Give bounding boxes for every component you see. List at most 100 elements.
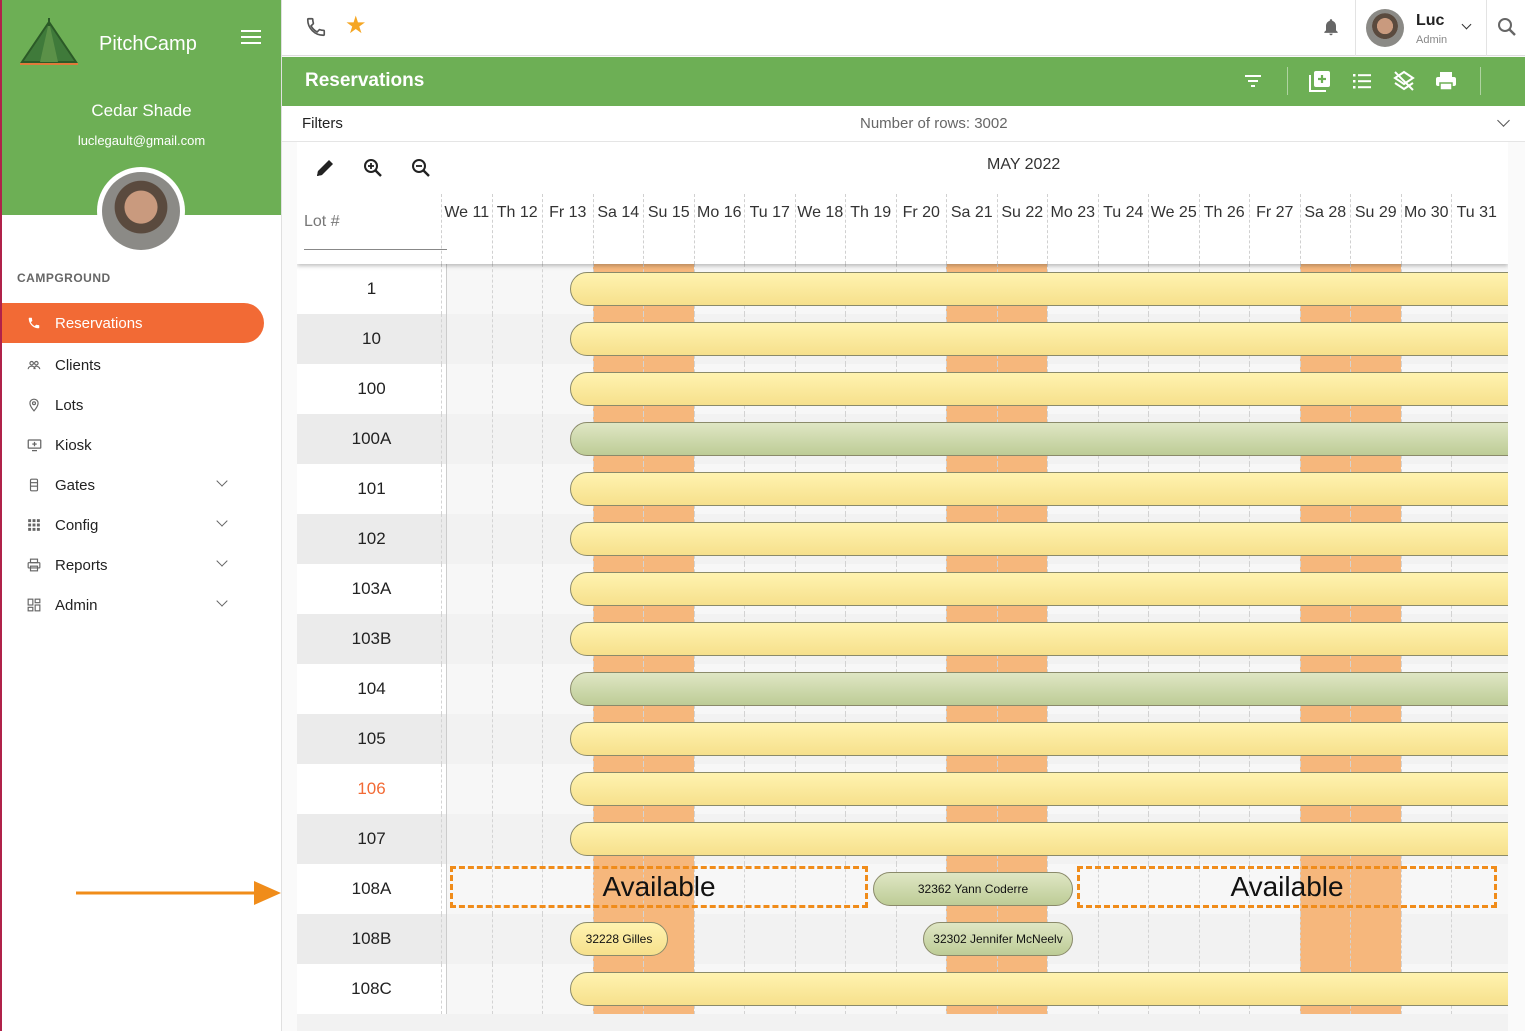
table-row[interactable]: 107 — [297, 814, 1508, 864]
sidebar-section-title: CAMPGROUND — [17, 271, 111, 285]
chevron-down-icon[interactable] — [1497, 114, 1510, 127]
reservation-bar[interactable] — [570, 722, 1508, 756]
day-gridline — [1350, 914, 1351, 964]
day-header: Mo 23 — [1047, 194, 1098, 264]
day-gridline — [542, 764, 543, 814]
user-menu[interactable]: Luc Admin — [1362, 6, 1480, 50]
sidebar-item-clients[interactable]: Clients — [2, 345, 264, 385]
reservation-bar[interactable]: 32228 Gilles — [570, 922, 668, 956]
day-gridline — [491, 764, 493, 814]
day-header: Sa 21 — [946, 194, 997, 264]
reservation-bar[interactable] — [570, 522, 1508, 556]
lot-label[interactable]: 107 — [297, 814, 447, 864]
avatar — [1366, 9, 1404, 47]
gate-icon — [26, 477, 42, 493]
table-row[interactable]: 108C — [297, 964, 1508, 1014]
reservation-bar[interactable] — [570, 272, 1508, 306]
table-row[interactable]: 108A Available 32362 Yann Coderre Available — [297, 864, 1508, 914]
bell-icon[interactable] — [1321, 16, 1341, 38]
reservation-bar[interactable] — [570, 822, 1508, 856]
sidebar-item-config[interactable]: Config — [2, 505, 264, 545]
day-header: Th 19 — [845, 194, 896, 264]
day-gridline — [441, 564, 442, 614]
lot-label[interactable]: 108A — [297, 864, 447, 914]
day-header: Fr 27 — [1249, 194, 1300, 264]
phone-icon[interactable] — [305, 16, 327, 38]
lot-label[interactable]: 108C — [297, 964, 447, 1014]
table-row[interactable]: 10 — [297, 314, 1508, 364]
table-row[interactable]: 104 — [297, 664, 1508, 714]
lot-label[interactable]: 106 — [297, 764, 447, 814]
lot-label[interactable]: 100A — [297, 414, 447, 464]
search-icon[interactable] — [1495, 15, 1519, 39]
table-row[interactable]: 1 — [297, 264, 1508, 314]
table-row[interactable]: 102 — [297, 514, 1508, 564]
lot-label[interactable]: 10 — [297, 314, 447, 364]
star-icon[interactable]: ★ — [345, 14, 367, 38]
day-gridline — [441, 314, 442, 364]
day-header: We 11 — [441, 194, 492, 264]
avatar[interactable] — [97, 167, 185, 255]
lot-label[interactable]: 100 — [297, 364, 447, 414]
reservation-bar[interactable]: 32302 Jennifer McNeelv — [923, 922, 1073, 956]
brand-name: PitchCamp — [99, 33, 197, 55]
day-header: Sa 28 — [1299, 194, 1351, 264]
reservation-bar[interactable] — [570, 422, 1508, 456]
reservation-bar[interactable] — [570, 572, 1508, 606]
table-row[interactable]: 108B 32228 Gilles 32302 Jennifer McNeelv — [297, 914, 1508, 964]
sidebar-item-gates[interactable]: Gates — [2, 465, 264, 505]
filters-bar[interactable]: Filters Number of rows: 3002 — [282, 106, 1525, 142]
lot-label[interactable]: 103B — [297, 614, 447, 664]
day-header: Su 29 — [1350, 194, 1401, 264]
available-slot[interactable]: Available — [1077, 866, 1497, 908]
sidebar-item-kiosk[interactable]: Kiosk — [2, 425, 264, 465]
reservation-bar[interactable] — [570, 472, 1508, 506]
reservation-bar[interactable] — [570, 672, 1508, 706]
add-reservation-icon[interactable] — [1308, 69, 1332, 93]
divider — [1480, 67, 1481, 95]
reservation-calendar: MAY 2022 Lot # We 11 Th 12 Fr 13 Sa 14 Su 15… — [297, 142, 1508, 1031]
sidebar-item-lots[interactable]: Lots — [2, 385, 264, 425]
available-slot[interactable]: Available — [450, 866, 868, 908]
print-icon[interactable] — [1434, 69, 1458, 93]
lot-label[interactable]: 105 — [297, 714, 447, 764]
reservation-bar[interactable] — [570, 372, 1508, 406]
reservation-bar[interactable] — [570, 972, 1508, 1006]
hamburger-menu-icon[interactable] — [238, 26, 264, 52]
reservation-bar[interactable] — [570, 322, 1508, 356]
table-row[interactable]: 101 — [297, 464, 1508, 514]
chevron-down-icon — [216, 475, 228, 487]
lot-label[interactable]: 104 — [297, 664, 447, 714]
day-header: Th 26 — [1198, 194, 1250, 264]
lot-label[interactable]: 102 — [297, 514, 447, 564]
list-view-icon[interactable] — [1350, 69, 1374, 93]
pencil-icon[interactable] — [313, 156, 337, 180]
table-row[interactable]: 103B — [297, 614, 1508, 664]
lot-label[interactable]: 108B — [297, 914, 447, 964]
month-label: MAY 2022 — [987, 156, 1061, 173]
layers-off-icon[interactable] — [1392, 69, 1416, 93]
day-gridline — [542, 964, 543, 1014]
table-row[interactable]: 106 — [297, 764, 1508, 814]
reservation-bar[interactable]: 32362 Yann Coderre — [873, 872, 1073, 906]
table-row[interactable]: 103A — [297, 564, 1508, 614]
lot-label[interactable]: 1 — [297, 264, 447, 314]
table-row[interactable]: 100A — [297, 414, 1508, 464]
sidebar-item-admin[interactable]: Admin — [2, 585, 264, 625]
day-gridline — [794, 914, 796, 964]
sidebar-item-reports[interactable]: Reports — [2, 545, 264, 585]
table-row[interactable]: 105 — [297, 714, 1508, 764]
zoom-in-icon[interactable] — [361, 156, 385, 180]
filter-icon[interactable] — [1241, 69, 1265, 93]
day-gridline — [491, 714, 493, 764]
lot-label[interactable]: 103A — [297, 564, 447, 614]
reservation-bar[interactable] — [570, 622, 1508, 656]
zoom-out-icon[interactable] — [409, 156, 433, 180]
day-gridline — [491, 364, 493, 414]
lot-column-header: Lot # — [304, 213, 340, 230]
reservation-bar[interactable] — [570, 772, 1508, 806]
sidebar-item-reservations[interactable]: Reservations — [2, 303, 264, 343]
lot-label[interactable]: 101 — [297, 464, 447, 514]
table-row[interactable]: 100 — [297, 364, 1508, 414]
day-header: Mo 30 — [1400, 194, 1452, 264]
